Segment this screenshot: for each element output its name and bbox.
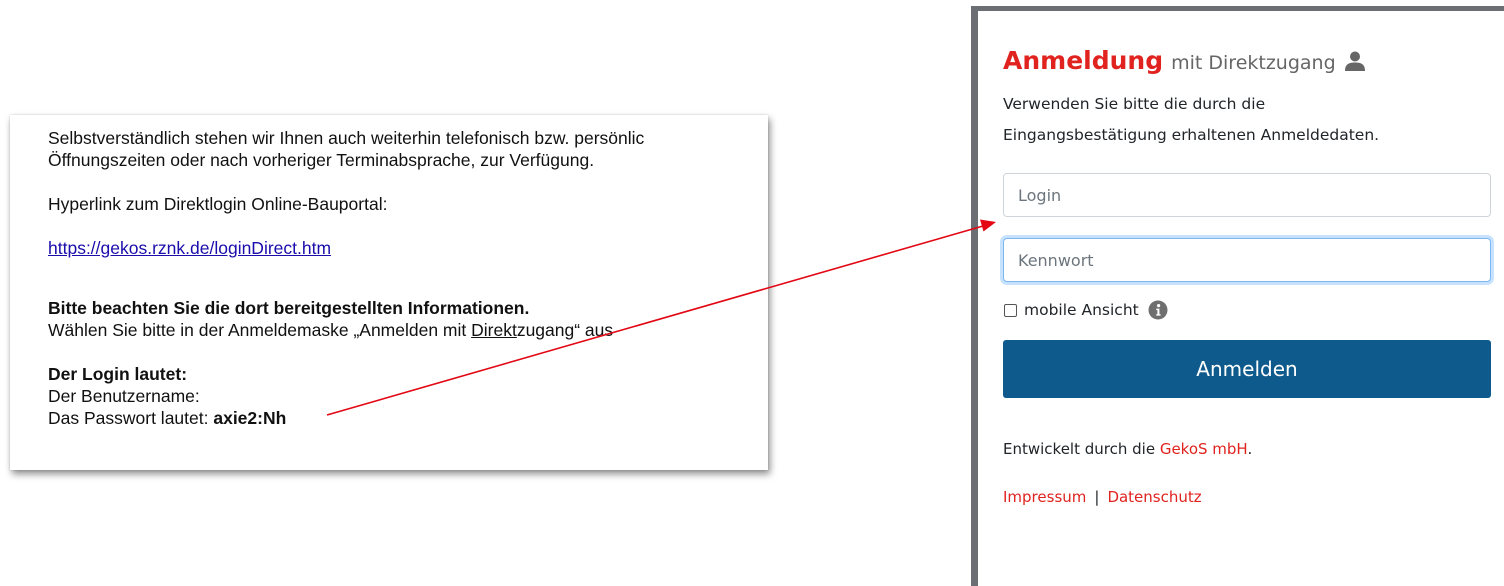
developer-credit: Entwickelt durch die GekoS mbH. — [1003, 440, 1498, 458]
footer-links: Impressum | Datenschutz — [1003, 488, 1498, 506]
info-circle-icon[interactable] — [1148, 300, 1168, 320]
login-subtitle: mit Direktzugang — [1171, 52, 1336, 74]
username-label: Der Benutzername: — [48, 386, 200, 406]
login-description: Verwenden Sie bitte die durch die Eingan… — [1003, 89, 1498, 151]
email-body: Selbstverständlich stehen wir Ihnen auch… — [48, 127, 768, 429]
mobile-view-checkbox[interactable] — [1004, 303, 1017, 317]
impressum-link[interactable]: Impressum — [1003, 488, 1086, 506]
login-title: Anmeldung — [1003, 46, 1164, 75]
password-value: axie2:Nh — [213, 408, 287, 428]
direct-login-link[interactable]: https://gekos.rznk.de/loginDirect.htm — [48, 238, 331, 258]
user-icon — [1344, 51, 1365, 71]
email-excerpt: Selbstverständlich stehen wir Ihnen auch… — [10, 115, 768, 470]
mobile-view-row: mobile Ansicht — [1003, 300, 1498, 320]
password-label: Das Passwort lautet: — [48, 408, 214, 428]
password-input[interactable] — [1003, 238, 1491, 282]
instruction-after: zugang“ aus — [516, 320, 614, 340]
hyperlink-label: Hyperlink zum Direktlogin Online-Bauport… — [48, 194, 388, 214]
login-heading: Der Login lautet: — [48, 364, 188, 384]
login-description-line-1: Verwenden Sie bitte die durch die — [1003, 95, 1266, 113]
login-description-line-2: Eingangsbestätigung erhaltenen Anmeldeda… — [1003, 126, 1380, 144]
login-panel: Anmeldung mit Direktzugang Verwenden Sie… — [971, 6, 1504, 586]
login-submit-button[interactable]: Anmelden — [1003, 340, 1491, 398]
developer-credit-suffix: . — [1247, 440, 1253, 458]
developer-credit-prefix: Entwickelt durch die — [1003, 440, 1160, 458]
login-form: Anmeldung mit Direktzugang Verwenden Sie… — [1003, 46, 1498, 506]
instruction-underlined: Direkt — [471, 320, 517, 340]
email-line-1: Selbstverständlich stehen wir Ihnen auch… — [48, 128, 645, 148]
notice-heading: Bitte beachten Sie die dort bereitgestel… — [48, 298, 530, 318]
developer-link[interactable]: GekoS mbH — [1160, 440, 1248, 458]
password-line: Das Passwort lautet: axie2:Nh — [48, 407, 768, 429]
datenschutz-link[interactable]: Datenschutz — [1107, 488, 1201, 506]
login-input[interactable] — [1003, 173, 1491, 217]
instruction-line: Wählen Sie bitte in der Anmeldemaske „An… — [48, 319, 768, 341]
instruction-before: Wählen Sie bitte in der Anmeldemaske „An… — [48, 320, 472, 340]
email-line-2: Öffnungszeiten oder nach vorheriger Term… — [48, 150, 595, 170]
login-title-row: Anmeldung mit Direktzugang — [1003, 46, 1498, 75]
mobile-view-label[interactable]: mobile Ansicht — [1024, 301, 1139, 319]
footer-separator: | — [1094, 488, 1100, 506]
